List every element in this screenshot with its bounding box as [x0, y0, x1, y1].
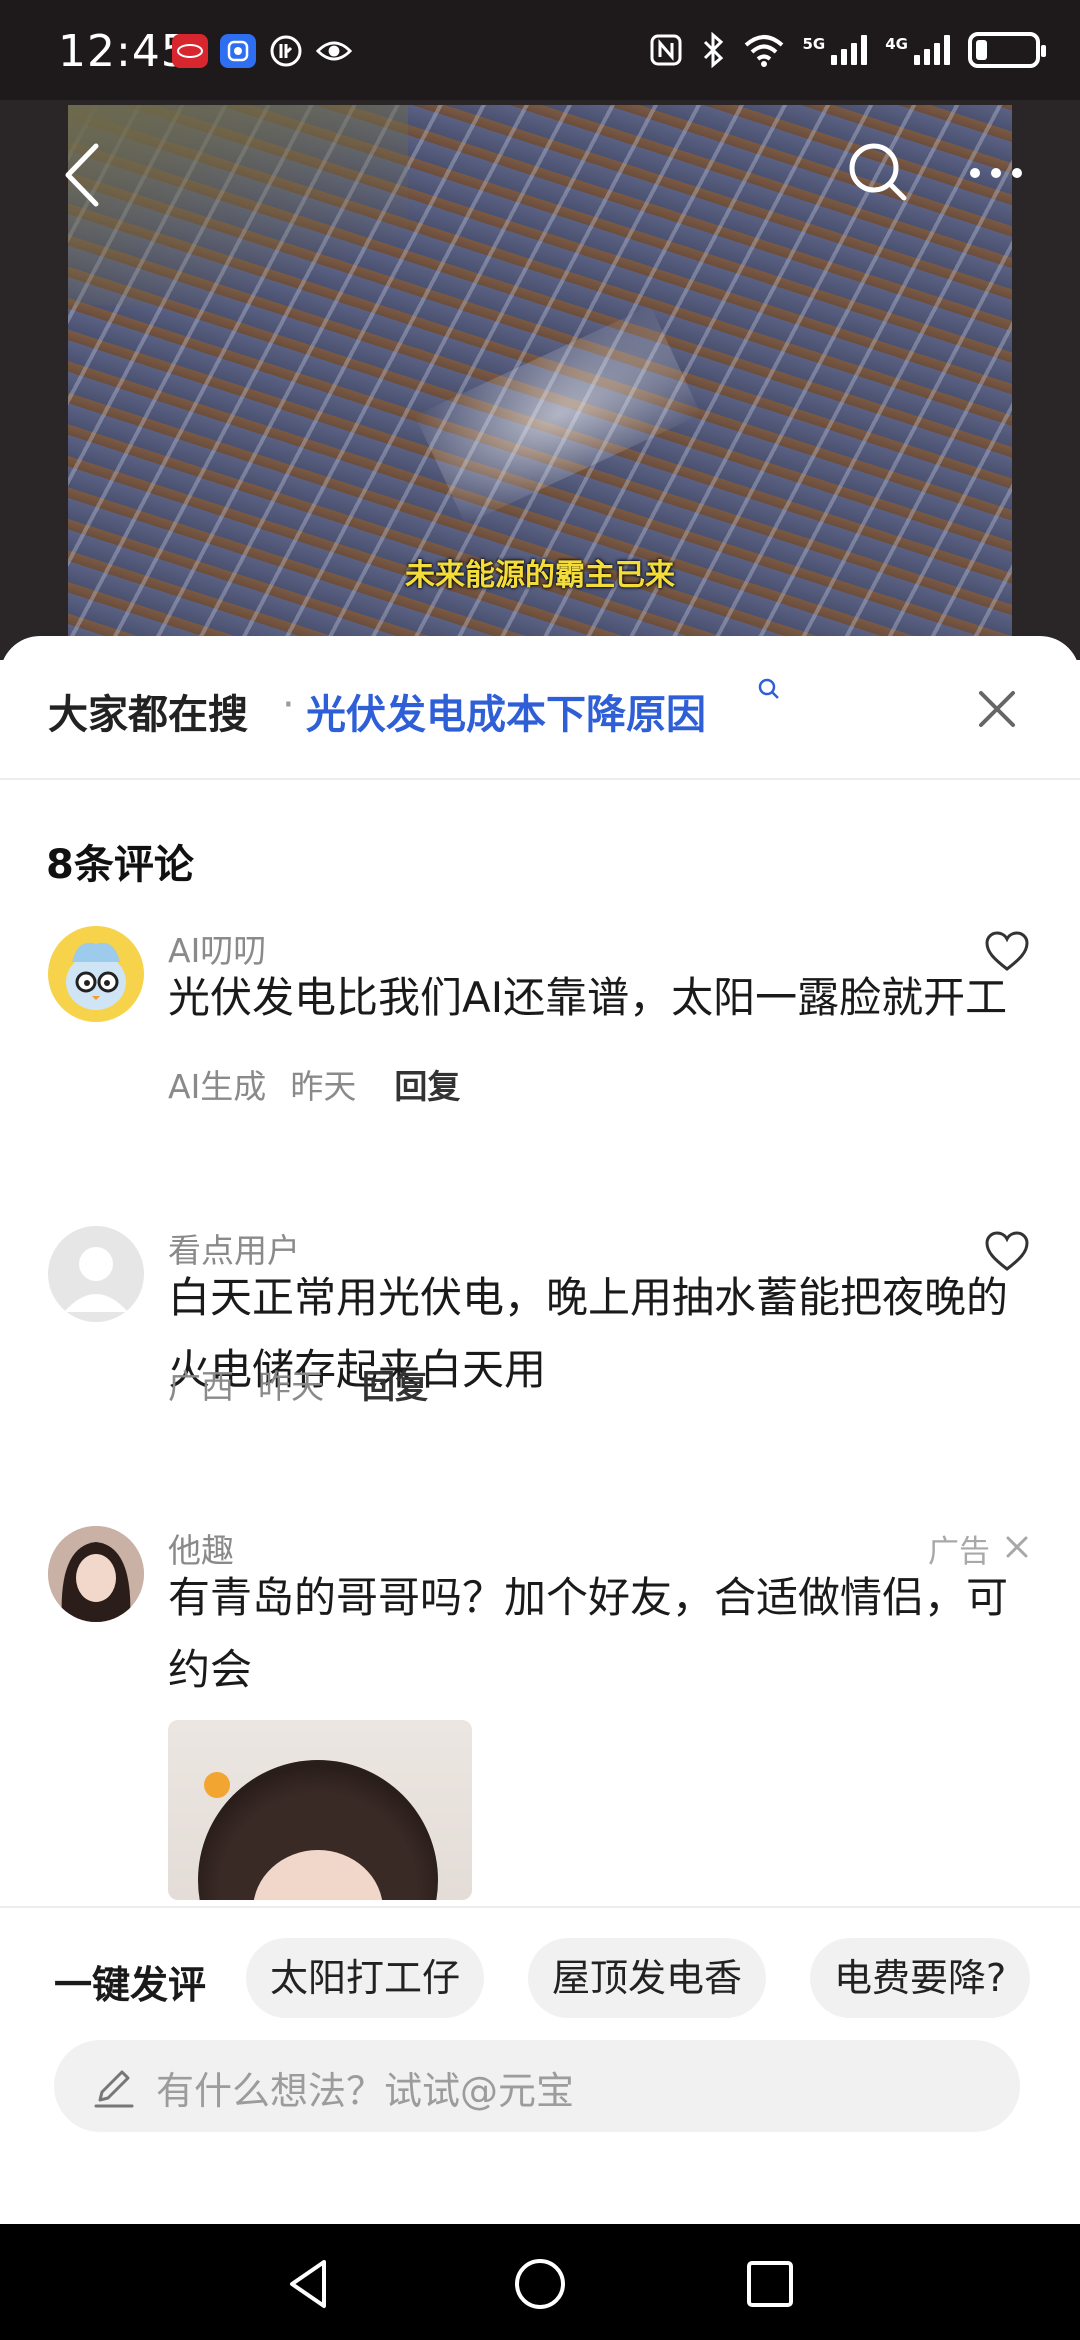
ai-generated-tag: AI生成 — [168, 1067, 267, 1106]
comments-count: 8条评论 — [46, 842, 194, 888]
ad-text: 有青岛的哥哥吗？加个好友，合适做情侣，可约会 — [168, 1573, 1009, 1694]
more-icon[interactable] — [968, 166, 1024, 180]
comment-location: 广西 — [168, 1367, 234, 1406]
avatar[interactable] — [48, 1526, 144, 1622]
back-triangle-icon[interactable] — [280, 2254, 340, 2314]
battery-icon — [968, 32, 1046, 68]
search-suggestion-prefix: 大家都在搜 — [48, 692, 248, 738]
data-saver-icon — [268, 34, 304, 68]
comment-time: 昨天 — [258, 1367, 324, 1406]
quick-comment-label: 一键发评 — [54, 1963, 207, 2007]
search-icon[interactable] — [846, 140, 910, 204]
reply-button[interactable]: 回复 — [394, 1060, 460, 1108]
ad-close-icon[interactable] — [1004, 1534, 1030, 1560]
quick-comment-chip[interactable]: 电费要降? — [810, 1938, 1031, 2018]
avatar[interactable] — [48, 1226, 144, 1322]
comment-input-placeholder: 有什么想法？试试@元宝 — [156, 2069, 575, 2113]
back-arrow-icon[interactable] — [60, 140, 120, 210]
search-suggestion-separator: · — [282, 682, 295, 728]
notification-app-icon — [220, 34, 256, 68]
close-icon[interactable] — [976, 688, 1018, 730]
status-app-icons — [172, 34, 352, 68]
quick-comment-chip[interactable]: 屋顶发电香 — [528, 1938, 767, 2018]
bluetooth-icon — [703, 32, 723, 68]
comment-meta: AI生成 昨天 回复 — [168, 1060, 460, 1108]
home-circle-icon[interactable] — [510, 2254, 570, 2314]
eye-icon — [316, 34, 352, 68]
comment-text: 光伏发电比我们AI还靠谱，太阳一露脸就开工 — [168, 973, 1008, 1022]
comment-composer: 一键发评 太阳打工仔 屋顶发电香 电费要降? 有什么想法？试试@元宝 — [0, 1906, 1080, 2224]
system-nav-bar — [0, 2224, 1080, 2340]
quick-comment-chip[interactable]: 太阳打工仔 — [246, 1938, 485, 2018]
comment-input[interactable]: 有什么想法？试试@元宝 — [54, 2040, 1020, 2132]
search-suggestion-link[interactable]: 光伏发电成本下降原因 — [306, 682, 706, 740]
signal-4g-icon: 4G — [885, 35, 950, 65]
status-indicators: 5G 4G — [649, 32, 1046, 68]
ad-app-logo-icon — [204, 1772, 230, 1798]
comment-time: 昨天 — [290, 1067, 357, 1106]
status-bar: 12:45 5G 4G — [0, 0, 1080, 100]
mini-search-icon — [758, 678, 779, 699]
ad-image[interactable] — [168, 1720, 472, 1900]
video-caption: 未来能源的霸主已来 — [405, 558, 675, 593]
avatar[interactable] — [48, 926, 144, 1022]
byd-app-icon — [172, 34, 208, 68]
search-suggestion-bar[interactable]: 大家都在搜 · 光伏发电成本下降原因 — [0, 636, 1080, 780]
pencil-icon — [94, 2070, 134, 2108]
signal-5g-icon: 5G — [803, 35, 868, 65]
reply-button[interactable]: 回复 — [362, 1360, 428, 1408]
wifi-icon — [744, 35, 783, 67]
comment-meta: 广西 昨天 回复 — [168, 1360, 428, 1408]
nfc-icon — [650, 34, 681, 66]
status-time: 12:45 — [58, 26, 190, 77]
battery-level — [976, 40, 987, 60]
recents-square-icon[interactable] — [740, 2254, 800, 2314]
